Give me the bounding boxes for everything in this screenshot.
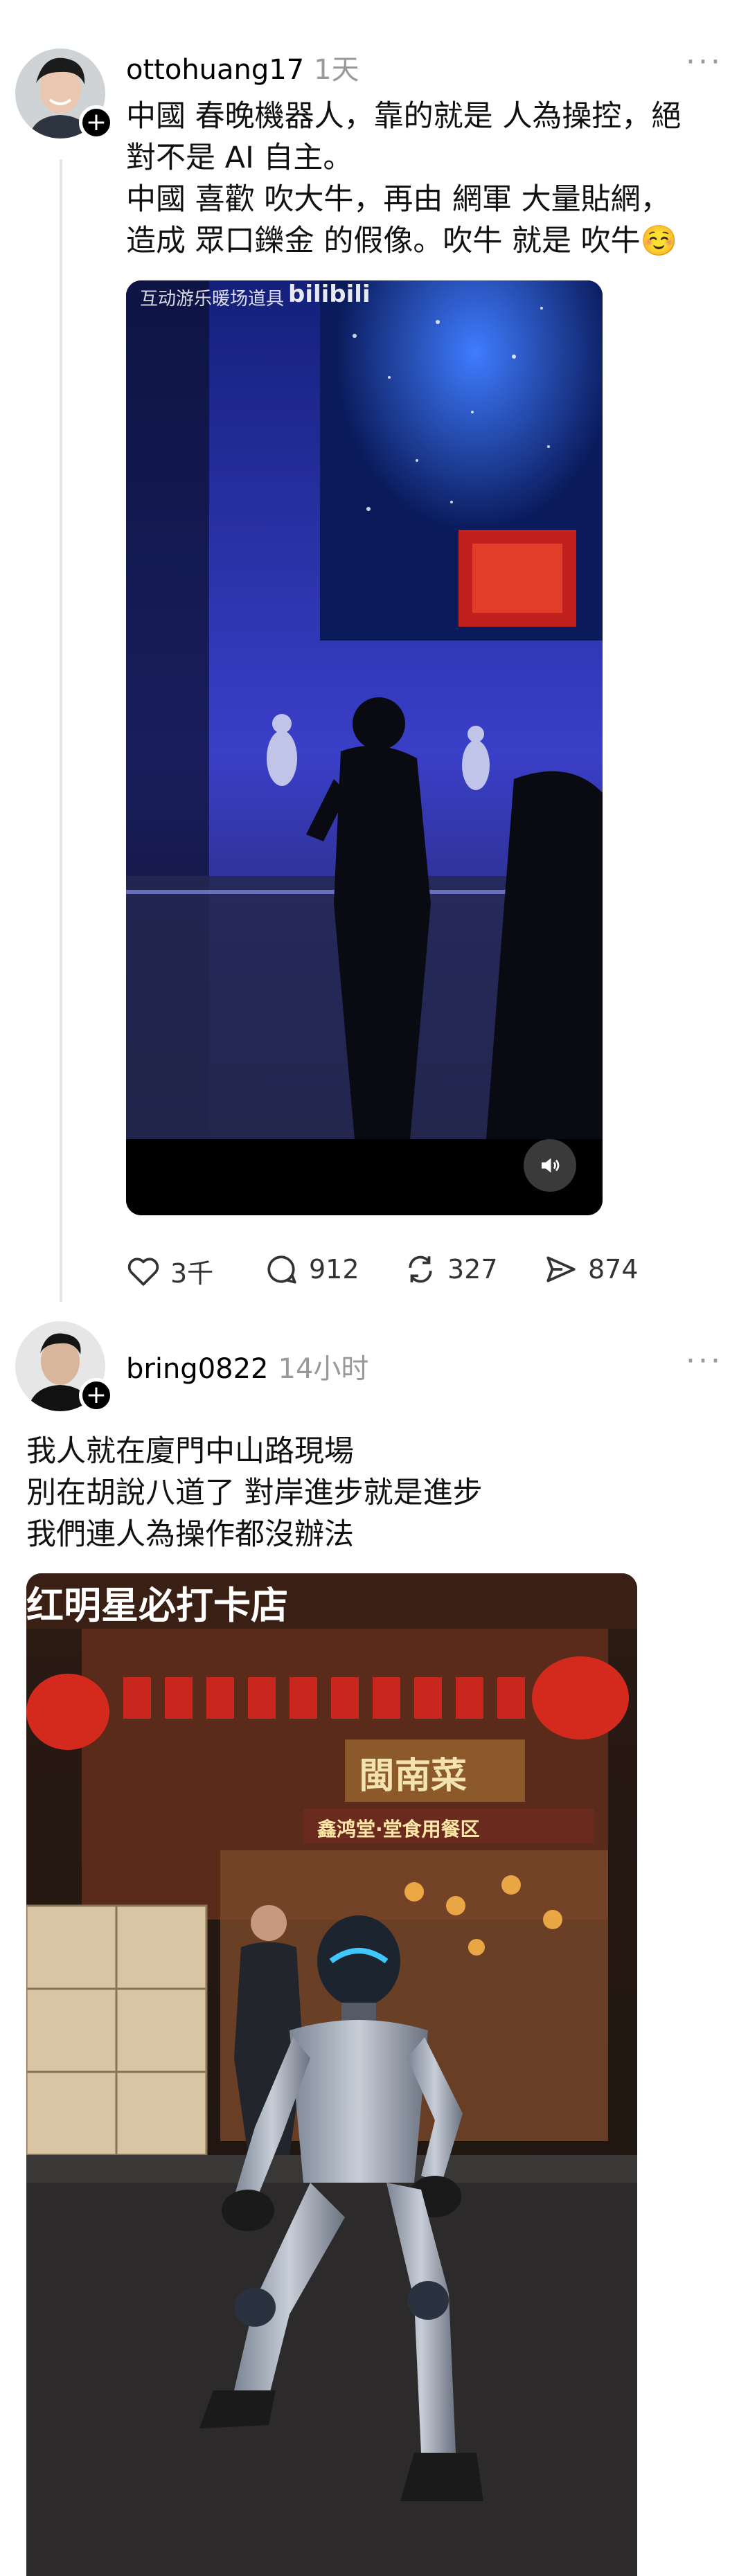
post-text: 中國 春晚機器人，靠的就是 人為操控，絕 對不是 AI 自主。 中國 喜歡 吹大… <box>126 99 682 258</box>
street-photo <box>26 1573 637 2576</box>
like-button[interactable]: 3千 <box>126 1252 213 1290</box>
sign-sub: 鑫鸿堂·堂食用餐区 <box>317 1818 480 1841</box>
like-count: 3千 <box>170 1258 214 1289</box>
share-count: 874 <box>588 1254 639 1285</box>
comment-button[interactable]: 912 <box>265 1252 359 1287</box>
post-video[interactable]: 互动游乐暖场道具 bilibili <box>126 280 603 1215</box>
more-options-icon[interactable]: ··· <box>686 44 723 80</box>
share-button[interactable]: 874 <box>544 1252 639 1287</box>
username[interactable]: ottohuang17 <box>126 54 304 86</box>
post-text: 我人就在廈門中山路現場 別在胡說八道了 對岸進步就是進步 我們連人為操作都沒辦法 <box>26 1434 483 1552</box>
sign-board: 閩南菜 <box>359 1755 467 1797</box>
post-time: 1天 <box>314 54 359 86</box>
more-options-icon[interactable]: ··· <box>686 1343 723 1379</box>
post-image[interactable]: 红明星必打卡店 閩南菜 鑫鸿堂·堂食用餐区 <box>26 1573 637 2576</box>
username[interactable]: bring0822 <box>126 1353 269 1385</box>
repost-icon <box>409 1255 432 1283</box>
video-brand: bilibili <box>288 280 371 308</box>
repost-count: 327 <box>447 1254 498 1285</box>
heart-icon <box>127 1257 159 1286</box>
video-frame <box>126 280 603 1215</box>
sound-icon[interactable] <box>524 1139 576 1192</box>
comment-icon <box>267 1255 296 1284</box>
follow-plus-icon[interactable]: + <box>79 105 114 140</box>
follow-plus-icon[interactable]: + <box>79 1378 114 1413</box>
post-time: 14小时 <box>278 1353 369 1385</box>
repost-button[interactable]: 327 <box>403 1252 498 1287</box>
comment-count: 912 <box>309 1254 359 1285</box>
thread-line <box>60 159 62 1302</box>
video-overlay-text: 互动游乐暖场道具 <box>140 289 285 310</box>
share-icon <box>546 1256 576 1282</box>
sign-top: 红明星必打卡店 <box>26 1583 288 1627</box>
